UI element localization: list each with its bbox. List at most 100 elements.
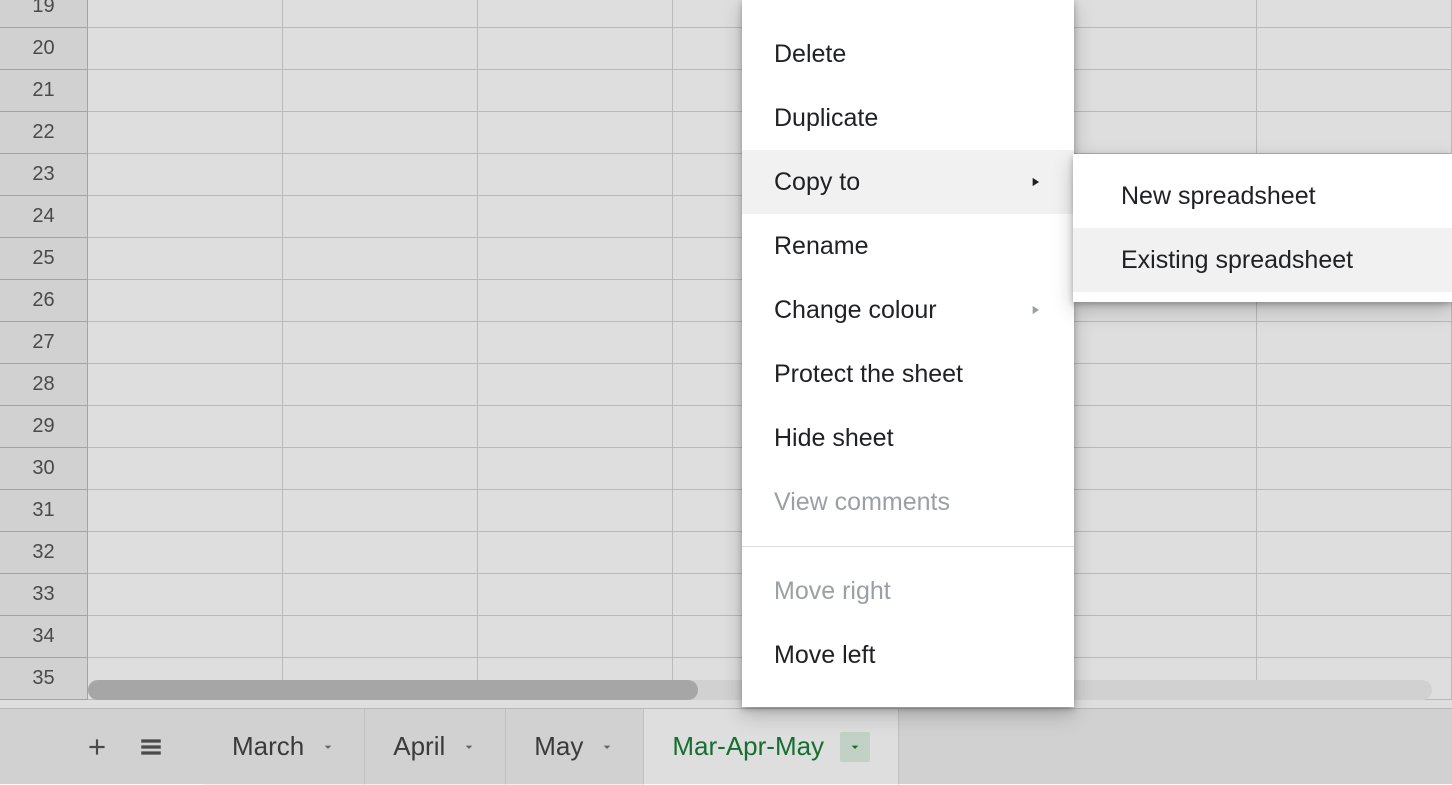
grid-cell[interactable]	[283, 406, 478, 447]
grid-cell[interactable]	[88, 196, 283, 237]
grid-cell[interactable]	[283, 490, 478, 531]
row-header[interactable]: 25	[0, 238, 88, 280]
row-header[interactable]: 30	[0, 448, 88, 490]
grid-cell[interactable]	[88, 406, 283, 447]
menu-item-protect-sheet[interactable]: Protect the sheet	[742, 342, 1074, 406]
grid-cell[interactable]	[478, 0, 673, 27]
add-sheet-button[interactable]	[70, 720, 124, 774]
grid-cell[interactable]	[1257, 28, 1452, 69]
grid-cell[interactable]	[1062, 364, 1257, 405]
grid-cell[interactable]	[1062, 406, 1257, 447]
submenu-item-new-spreadsheet[interactable]: New spreadsheet	[1073, 164, 1452, 228]
grid-cell[interactable]	[1062, 616, 1257, 657]
menu-item-move-left[interactable]: Move left	[742, 623, 1074, 687]
row-header[interactable]: 19	[0, 0, 88, 28]
grid-cell[interactable]	[283, 70, 478, 111]
grid-cell[interactable]	[1257, 364, 1452, 405]
row-header[interactable]: 21	[0, 70, 88, 112]
grid-cell[interactable]	[478, 532, 673, 573]
grid-cell[interactable]	[1257, 490, 1452, 531]
grid-cell[interactable]	[478, 322, 673, 363]
grid-cell[interactable]	[478, 238, 673, 279]
grid-cell[interactable]	[1257, 322, 1452, 363]
row-header[interactable]: 26	[0, 280, 88, 322]
grid-cell[interactable]	[88, 574, 283, 615]
grid-cell[interactable]	[88, 322, 283, 363]
grid-cell[interactable]	[88, 70, 283, 111]
grid-cell[interactable]	[1257, 70, 1452, 111]
sheet-tab-mar-apr-may[interactable]: Mar-Apr-May	[644, 709, 899, 785]
grid-cell[interactable]	[1062, 70, 1257, 111]
grid-cell[interactable]	[88, 28, 283, 69]
grid-cell[interactable]	[88, 238, 283, 279]
grid-cell[interactable]	[478, 112, 673, 153]
row-header[interactable]: 20	[0, 28, 88, 70]
row-header[interactable]: 34	[0, 616, 88, 658]
grid-cell[interactable]	[478, 28, 673, 69]
grid-cell[interactable]	[283, 196, 478, 237]
sheet-tab-march[interactable]: March	[204, 709, 365, 785]
all-sheets-button[interactable]	[124, 720, 178, 774]
row-header[interactable]: 32	[0, 532, 88, 574]
grid-cell[interactable]	[1257, 0, 1452, 27]
grid-cell[interactable]	[88, 448, 283, 489]
menu-item-rename[interactable]: Rename	[742, 214, 1074, 278]
grid-cell[interactable]	[88, 154, 283, 195]
grid-cell[interactable]	[1062, 490, 1257, 531]
grid-cell[interactable]	[283, 280, 478, 321]
grid-cell[interactable]	[478, 364, 673, 405]
menu-item-hide-sheet[interactable]: Hide sheet	[742, 406, 1074, 470]
menu-item-copy-to[interactable]: Copy to	[742, 150, 1074, 214]
grid-cell[interactable]	[283, 616, 478, 657]
grid-cell[interactable]	[478, 196, 673, 237]
grid-cell[interactable]	[283, 154, 478, 195]
row-header[interactable]: 22	[0, 112, 88, 154]
grid-cell[interactable]	[283, 28, 478, 69]
grid-cell[interactable]	[283, 448, 478, 489]
grid-cell[interactable]	[1062, 322, 1257, 363]
grid-cell[interactable]	[88, 112, 283, 153]
grid-cell[interactable]	[88, 490, 283, 531]
row-header[interactable]: 23	[0, 154, 88, 196]
row-header[interactable]: 27	[0, 322, 88, 364]
grid-cell[interactable]	[478, 70, 673, 111]
grid-cell[interactable]	[283, 322, 478, 363]
grid-cell[interactable]	[283, 238, 478, 279]
grid-cell[interactable]	[478, 616, 673, 657]
grid-cell[interactable]	[478, 574, 673, 615]
grid-cell[interactable]	[1257, 448, 1452, 489]
grid-cell[interactable]	[88, 616, 283, 657]
grid-cell[interactable]	[88, 0, 283, 27]
row-header[interactable]: 31	[0, 490, 88, 532]
grid-cell[interactable]	[1062, 532, 1257, 573]
row-header[interactable]: 35	[0, 658, 88, 700]
grid-cell[interactable]	[283, 112, 478, 153]
menu-item-delete[interactable]: Delete	[742, 22, 1074, 86]
menu-item-change-colour[interactable]: Change colour	[742, 278, 1074, 342]
grid-cell[interactable]	[1257, 532, 1452, 573]
grid-cell[interactable]	[478, 280, 673, 321]
grid-cell[interactable]	[283, 364, 478, 405]
horizontal-scrollbar-thumb[interactable]	[88, 680, 698, 700]
grid-cell[interactable]	[283, 532, 478, 573]
grid-cell[interactable]	[478, 448, 673, 489]
row-header[interactable]: 28	[0, 364, 88, 406]
grid-cell[interactable]	[1257, 616, 1452, 657]
grid-cell[interactable]	[1257, 406, 1452, 447]
grid-cell[interactable]	[478, 490, 673, 531]
grid-cell[interactable]	[283, 574, 478, 615]
row-header[interactable]: 33	[0, 574, 88, 616]
grid-cell[interactable]	[1257, 112, 1452, 153]
grid-cell[interactable]	[1062, 448, 1257, 489]
submenu-item-existing-spreadsheet[interactable]: Existing spreadsheet	[1073, 228, 1452, 292]
grid-cell[interactable]	[478, 406, 673, 447]
grid-cell[interactable]	[88, 364, 283, 405]
sheet-tab-may[interactable]: May	[506, 709, 644, 785]
grid-cell[interactable]	[88, 532, 283, 573]
caret-down-icon[interactable]	[840, 732, 870, 762]
grid-cell[interactable]	[1062, 28, 1257, 69]
grid-cell[interactable]	[283, 0, 478, 27]
row-header[interactable]: 24	[0, 196, 88, 238]
grid-cell[interactable]	[1062, 112, 1257, 153]
grid-cell[interactable]	[478, 154, 673, 195]
